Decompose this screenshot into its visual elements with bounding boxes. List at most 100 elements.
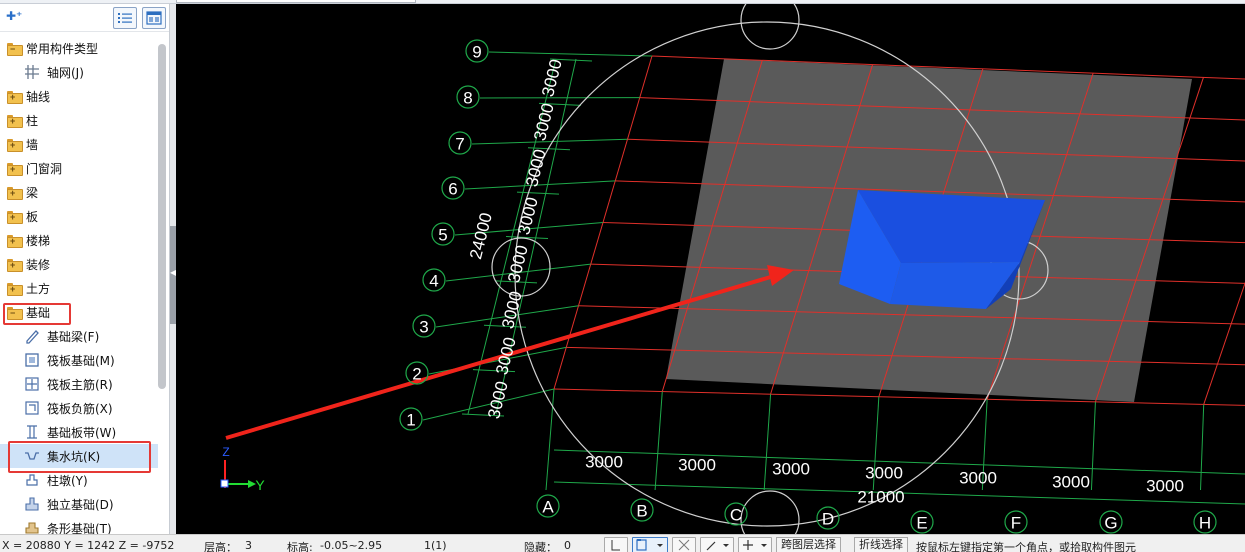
tree-group-axis[interactable]: + 轴线 bbox=[0, 84, 158, 108]
tree-label: 梁 bbox=[26, 185, 39, 200]
offset-icon bbox=[743, 540, 767, 550]
pier-icon bbox=[24, 472, 40, 488]
list-view-button[interactable] bbox=[113, 7, 137, 29]
axis-ext-col bbox=[545, 388, 555, 491]
folder-open-icon: − bbox=[7, 42, 23, 56]
list-icon bbox=[118, 13, 132, 23]
folder-icon: + bbox=[7, 162, 23, 176]
tree-group-common[interactable]: − 常用构件类型 bbox=[0, 36, 158, 60]
document-tab[interactable] bbox=[176, 0, 416, 3]
folder-icon: + bbox=[7, 186, 23, 200]
tree-label: 板 bbox=[26, 209, 39, 224]
selection-count: 1(1) bbox=[424, 539, 447, 552]
orbit-handle-bottom bbox=[740, 490, 800, 534]
tree-group-slab[interactable]: + 板 bbox=[0, 204, 158, 228]
row-dimension-text: 3000 bbox=[522, 147, 550, 188]
tree-group-earthwork[interactable]: + 土方 bbox=[0, 276, 158, 300]
tree-group-openings[interactable]: + 门窗洞 bbox=[0, 156, 158, 180]
grid-line-row bbox=[553, 388, 1245, 406]
tree-label: 常用构件类型 bbox=[26, 41, 99, 56]
isolated-footing-icon bbox=[24, 496, 40, 512]
axis-ext-col bbox=[763, 394, 772, 491]
row-axis-label: 2 bbox=[412, 365, 421, 384]
tree-group-wall[interactable]: + 墙 bbox=[0, 132, 158, 156]
tree-item-raft-main-rebar[interactable]: 筏板主筋(R) bbox=[0, 372, 158, 396]
image-view-icon bbox=[146, 11, 162, 25]
row-axis-label: 3 bbox=[419, 318, 428, 337]
col-dimension-text: 3000 bbox=[1052, 473, 1090, 492]
col-dimension-text: 3000 bbox=[865, 464, 903, 483]
tree-item-strip-footing[interactable]: 条形基础(T) bbox=[0, 516, 158, 534]
add-sparkle-icon[interactable]: ✚⁺ bbox=[6, 10, 22, 22]
tree-item-raft-neg-rebar[interactable]: 筏板负筋(X) bbox=[0, 396, 158, 420]
tree-label: 墙 bbox=[26, 137, 39, 152]
tree-group-beam[interactable]: + 梁 bbox=[0, 180, 158, 204]
strip-icon bbox=[24, 424, 40, 440]
col-axis-label: F bbox=[1011, 514, 1021, 533]
col-dimension-text: 3000 bbox=[678, 456, 716, 475]
row-axis-label: 4 bbox=[429, 272, 438, 291]
coordinate-readout: X = 20880 Y = 1242 Z = -9752 bbox=[2, 539, 175, 552]
tree-label: 柱墩(Y) bbox=[47, 473, 88, 488]
tree-label: 楼梯 bbox=[26, 233, 51, 248]
tree-scrollbar[interactable] bbox=[158, 44, 166, 389]
col-axis-label: H bbox=[1199, 514, 1211, 533]
tree-label: 筏板基础(M) bbox=[47, 353, 115, 368]
row-dimension-text: 3000 bbox=[530, 101, 558, 142]
polyline-select-button[interactable]: 折线选择 bbox=[854, 537, 908, 552]
raft-icon bbox=[24, 352, 40, 368]
tree-label: 柱 bbox=[26, 113, 39, 128]
command-hint: 按鼠标左键指定第一个角点，或拾取构件图元 bbox=[916, 541, 1136, 552]
tree-group-column[interactable]: + 柱 bbox=[0, 108, 158, 132]
hide-layer-select-button[interactable]: 跨图层选择 bbox=[776, 537, 841, 552]
tree-item-raft[interactable]: 筏板基础(M) bbox=[0, 348, 158, 372]
col-dimension-text: 3000 bbox=[585, 453, 623, 472]
col-total-dimension-text: 21000 bbox=[857, 488, 904, 507]
tree-label: 条形基础(T) bbox=[47, 521, 112, 535]
orbit-handle-top bbox=[740, 4, 800, 50]
folder-icon: + bbox=[7, 234, 23, 248]
ortho-toggle-button[interactable] bbox=[604, 537, 628, 552]
folder-icon: + bbox=[7, 114, 23, 128]
axis-ext-col bbox=[1090, 401, 1096, 491]
row-dimension-text: 3000 bbox=[484, 379, 512, 420]
col-axis-label: E bbox=[916, 514, 927, 533]
dim-tick-row bbox=[516, 191, 560, 195]
offset-toggle-button[interactable] bbox=[738, 537, 772, 552]
grid-icon bbox=[24, 64, 40, 80]
tree-label: 基础板带(W) bbox=[47, 425, 117, 440]
cross-icon bbox=[678, 539, 690, 551]
hidden-label: 隐藏： bbox=[524, 541, 557, 552]
pencil-icon bbox=[24, 328, 40, 344]
strip-footing-icon bbox=[24, 520, 40, 534]
3d-viewport[interactable]: 1 2 3 4 5 6 7 8 9 A B C D E F G H 3000 3000 3000 3000 3000 300… bbox=[176, 4, 1245, 534]
model-scene[interactable]: 1 2 3 4 5 6 7 8 9 A B C D E F G H 3000 3000 3000 3000 3000 300… bbox=[176, 4, 1245, 534]
row-total-dimension-text: 24000 bbox=[466, 211, 496, 261]
scrollbar-thumb[interactable] bbox=[158, 44, 166, 389]
col-dimension-text: 3000 bbox=[959, 469, 997, 488]
col-axis-label: B bbox=[636, 502, 647, 521]
tree-item-foundation-beam[interactable]: 基础梁(F) bbox=[0, 324, 158, 348]
col-axis-label: C bbox=[730, 506, 742, 525]
tree-group-finishes[interactable]: + 装修 bbox=[0, 252, 158, 276]
axis-ext-col bbox=[1200, 404, 1205, 491]
image-view-button[interactable] bbox=[142, 7, 166, 29]
tree-label: 独立基础(D) bbox=[47, 497, 114, 512]
snap-icon bbox=[636, 539, 663, 551]
floor-height-label: 层高： bbox=[204, 541, 237, 552]
tree-label: 筏板主筋(R) bbox=[47, 377, 113, 392]
cross-toggle-button[interactable] bbox=[672, 537, 696, 552]
ortho-icon bbox=[611, 540, 620, 551]
tree-item-isolated-footing[interactable]: 独立基础(D) bbox=[0, 492, 158, 516]
floor-height-value: 3 bbox=[245, 539, 252, 552]
gizmo-y-label: Y bbox=[255, 477, 265, 493]
tree-label: 门窗洞 bbox=[26, 161, 63, 176]
gizmo-origin bbox=[220, 479, 229, 488]
tree-group-stairs[interactable]: + 楼梯 bbox=[0, 228, 158, 252]
row-dimension-text: 3000 bbox=[538, 57, 566, 98]
status-bar: X = 20880 Y = 1242 Z = -9752 层高： 3 标高: -… bbox=[0, 534, 1245, 552]
snap-mode-button[interactable] bbox=[632, 537, 668, 552]
tree-item-grid[interactable]: 轴网(J) bbox=[0, 60, 158, 84]
polar-toggle-button[interactable] bbox=[700, 537, 734, 552]
col-dimension-text: 3000 bbox=[1146, 477, 1184, 496]
